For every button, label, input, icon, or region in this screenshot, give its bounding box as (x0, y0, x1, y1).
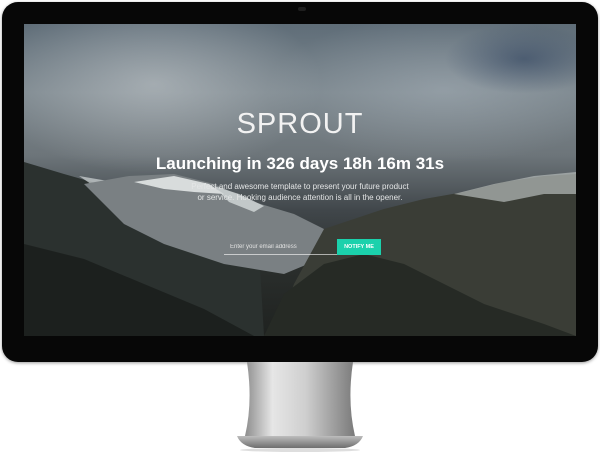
monitor-frame: SPROUT Launching in 326 days 18h 16m 31s… (2, 2, 598, 362)
screen: SPROUT Launching in 326 days 18h 16m 31s… (24, 24, 576, 336)
email-field[interactable] (224, 239, 337, 255)
monitor-stand (237, 362, 363, 452)
mountain-landscape (24, 162, 576, 336)
camera-dot (298, 7, 306, 11)
page-title: SPROUT (236, 108, 364, 140)
hero-description: Perfect and awesome template to present … (191, 182, 409, 202)
countdown-heading: Launching in 326 days 18h 16m 31s (155, 154, 445, 173)
signup-form: NOTIFY ME (224, 239, 381, 255)
notify-me-button[interactable]: NOTIFY ME (337, 239, 381, 255)
